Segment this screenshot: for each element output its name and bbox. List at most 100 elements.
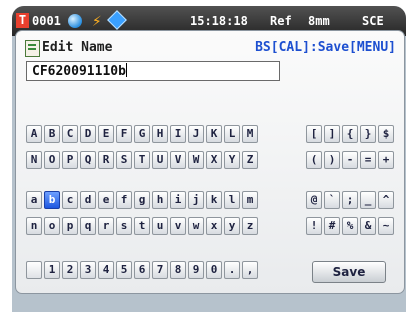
key-symbol[interactable]: - (342, 151, 358, 169)
key-char[interactable]: I (170, 125, 186, 143)
key-char[interactable]: U (152, 151, 168, 169)
clock: 15:18:18 (190, 14, 248, 28)
key-char[interactable]: 2 (62, 261, 78, 279)
key-char[interactable]: e (98, 191, 114, 209)
key-char[interactable]: n (26, 217, 42, 235)
dialog-title: Edit Name (42, 40, 113, 55)
key-symbol[interactable]: ` (324, 191, 340, 209)
save-button[interactable]: Save (312, 261, 386, 283)
key-char[interactable]: 9 (188, 261, 204, 279)
key-char[interactable]: Y (224, 151, 240, 169)
key-char[interactable]: 8 (170, 261, 186, 279)
key-char[interactable]: z (242, 217, 258, 235)
key-symbol[interactable]: # (324, 217, 340, 235)
key-char[interactable]: P (62, 151, 78, 169)
key-char[interactable]: t (134, 217, 150, 235)
key-char[interactable]: , (242, 261, 258, 279)
key-char[interactable]: 7 (152, 261, 168, 279)
key-char[interactable]: f (116, 191, 132, 209)
key-char[interactable]: x (206, 217, 222, 235)
notepad-icon (25, 40, 40, 57)
key-char[interactable]: h (152, 191, 168, 209)
key-char[interactable]: V (170, 151, 186, 169)
key-char[interactable]: T (134, 151, 150, 169)
key-char[interactable]: o (44, 217, 60, 235)
key-char[interactable]: 0 (206, 261, 222, 279)
edit-name-dialog: Edit Name BS[CAL]:Save[MENU] CF620091110… (15, 30, 405, 294)
key-char[interactable]: 6 (134, 261, 150, 279)
key-char[interactable]: i (170, 191, 186, 209)
key-symbol[interactable]: ] (324, 125, 340, 143)
key-char[interactable]: j (188, 191, 204, 209)
key-char[interactable]: y (224, 217, 240, 235)
key-char[interactable]: w (188, 217, 204, 235)
key-symbol[interactable]: = (360, 151, 376, 169)
key-symbol[interactable]: _ (360, 191, 376, 209)
name-value: CF620091110b (32, 64, 126, 79)
key-symbol[interactable]: & (360, 217, 376, 235)
key-char[interactable]: L (224, 125, 240, 143)
key-symbol[interactable]: $ (378, 125, 394, 143)
key-char[interactable]: Z (242, 151, 258, 169)
key-char[interactable]: D (80, 125, 96, 143)
key-char[interactable]: N (26, 151, 42, 169)
key-char[interactable]: l (224, 191, 240, 209)
key-char[interactable]: F (116, 125, 132, 143)
key-char[interactable]: q (80, 217, 96, 235)
key-char[interactable]: g (134, 191, 150, 209)
key-symbol[interactable]: } (360, 125, 376, 143)
key-char[interactable]: s (116, 217, 132, 235)
key-char[interactable]: u (152, 217, 168, 235)
key-char[interactable]: O (44, 151, 60, 169)
key-char[interactable]: C (62, 125, 78, 143)
key-char[interactable]: k (206, 191, 222, 209)
sce-label: SCE (362, 14, 384, 28)
key-char[interactable]: H (152, 125, 168, 143)
key-char[interactable]: S (116, 151, 132, 169)
key-char[interactable]: W (188, 151, 204, 169)
key-char[interactable]: . (224, 261, 240, 279)
key-symbol[interactable]: ~ (378, 217, 394, 235)
key-char[interactable]: B (44, 125, 60, 143)
key-char[interactable]: a (26, 191, 42, 209)
t-indicator-icon: T (16, 13, 29, 28)
key-char[interactable]: 3 (80, 261, 96, 279)
key-char[interactable]: 4 (98, 261, 114, 279)
key-char[interactable]: A (26, 125, 42, 143)
key-char[interactable]: d (80, 191, 96, 209)
power-icon: ⚡ (92, 11, 102, 30)
key-char[interactable]: c (62, 191, 78, 209)
key-symbol[interactable]: [ (306, 125, 322, 143)
key-symbol[interactable]: ) (324, 151, 340, 169)
key-symbol[interactable]: { (342, 125, 358, 143)
key-blank[interactable] (26, 261, 42, 279)
key-char[interactable]: 5 (116, 261, 132, 279)
key-char[interactable]: Q (80, 151, 96, 169)
device-screen: T 0001 ⚡ 15:18:18 Ref 8mm SCE Edit Name … (12, 6, 406, 312)
key-char[interactable]: J (188, 125, 204, 143)
key-char[interactable]: v (170, 217, 186, 235)
key-char[interactable]: r (98, 217, 114, 235)
key-char[interactable]: R (98, 151, 114, 169)
key-symbol[interactable]: ; (342, 191, 358, 209)
key-char[interactable]: E (98, 125, 114, 143)
key-char[interactable]: K (206, 125, 222, 143)
key-char[interactable]: G (134, 125, 150, 143)
key-char[interactable]: X (206, 151, 222, 169)
dialog-hint: BS[CAL]:Save[MENU] (255, 40, 396, 55)
key-char[interactable]: b (44, 191, 60, 209)
key-symbol[interactable]: ( (306, 151, 322, 169)
key-symbol[interactable]: @ (306, 191, 322, 209)
name-input[interactable]: CF620091110b (26, 61, 280, 81)
connection-icon (107, 10, 127, 30)
key-char[interactable]: m (242, 191, 258, 209)
key-symbol[interactable]: ! (306, 217, 322, 235)
key-char[interactable]: M (242, 125, 258, 143)
key-symbol[interactable]: + (378, 151, 394, 169)
key-char[interactable]: 1 (44, 261, 60, 279)
sample-counter: 0001 (32, 14, 61, 28)
key-symbol[interactable]: ^ (378, 191, 394, 209)
key-symbol[interactable]: % (342, 217, 358, 235)
key-char[interactable]: p (62, 217, 78, 235)
globe-icon (68, 14, 82, 28)
